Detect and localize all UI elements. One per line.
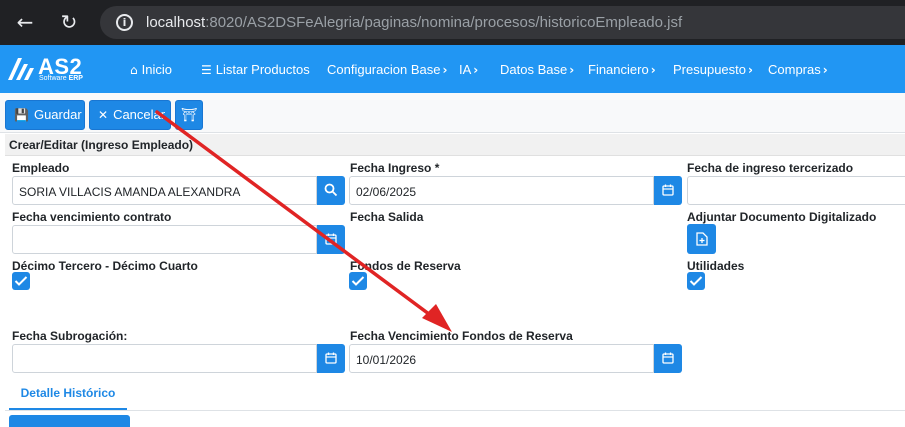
menu-label-listar-productos: Listar Productos	[215, 62, 310, 77]
menu-label-compras: Compras	[768, 62, 821, 77]
menu-item-listar-productos[interactable]: ☰ Listar Productos	[201, 62, 310, 77]
empleado-label: Empleado	[12, 161, 70, 175]
tab-detalle-historico[interactable]: Detalle Histórico	[9, 379, 127, 411]
fondos-checkbox[interactable]	[349, 272, 367, 290]
browser-toolbar: ← ↻ i localhost:8020/AS2DSFeAlegria/pagi…	[0, 0, 905, 45]
fecha-salida-label: Fecha Salida	[350, 210, 424, 224]
fecha-vencimiento-input[interactable]	[12, 225, 317, 254]
decimo-label: Décimo Tercero - Décimo Cuarto	[12, 259, 198, 273]
menu-label-configuracion-base: Configuracion Base	[327, 62, 441, 77]
menu-item-financiero[interactable]: Financiero ›	[588, 62, 656, 77]
chevron-right-icon: ›	[442, 63, 448, 77]
address-bar[interactable]: i localhost:8020/AS2DSFeAlegria/paginas/…	[100, 6, 905, 39]
empleado-input[interactable]: SORIA VILLACIS AMANDA ALEXANDRA	[12, 176, 317, 205]
calendar-icon[interactable]	[317, 225, 345, 254]
list-icon: ☰	[201, 63, 212, 77]
fecha-tercerizado-label: Fecha de ingreso tercerizado	[687, 161, 854, 175]
calendar-icon[interactable]	[654, 176, 682, 205]
menu-item-ia[interactable]: IA ›	[459, 62, 478, 77]
form-title: Crear/Editar (Ingreso Empleado)	[5, 134, 905, 156]
checkmark-icon	[14, 276, 28, 286]
logo-subtitle: Software ERP	[39, 75, 83, 82]
bank-icon: ⛩	[180, 108, 198, 123]
fecha-venc-fondos-input[interactable]: 10/01/2026	[349, 344, 654, 373]
menu-item-configuracion-base[interactable]: Configuracion Base ›	[327, 62, 447, 77]
menu-item-presupuesto[interactable]: Presupuesto ›	[673, 62, 753, 77]
fondos-label: Fondos de Reserva	[350, 259, 461, 273]
guardar-label: Guardar	[33, 107, 82, 122]
checkmark-icon	[689, 276, 703, 286]
home-icon: ⌂	[130, 63, 138, 77]
tab-divider	[5, 410, 905, 411]
save-icon: 💾	[14, 108, 29, 122]
url-path: :8020/AS2DSFeAlegria/paginas/nomina/proc…	[205, 14, 683, 31]
menu-item-compras[interactable]: Compras ›	[768, 62, 828, 77]
calendar-icon[interactable]	[654, 344, 682, 373]
menu-label-inicio: Inicio	[141, 62, 172, 77]
logo-sub-prefix: Software	[39, 75, 69, 82]
partial-button[interactable]	[9, 415, 130, 427]
file-upload-icon[interactable]	[687, 224, 716, 254]
cancelar-label: Cancelar	[113, 107, 166, 122]
fecha-venc-fondos-label: Fecha Vencimiento Fondos de Reserva	[350, 329, 573, 343]
chevron-right-icon: ›	[650, 63, 656, 77]
close-icon: ✕	[98, 108, 109, 122]
chevron-right-icon: ›	[569, 63, 575, 77]
fecha-subrogacion-label: Fecha Subrogación:	[12, 329, 128, 343]
as2-logo[interactable]: AS2 Software ERP	[6, 54, 96, 86]
info-icon[interactable]: i	[116, 14, 133, 31]
menu-label-ia: IA	[459, 62, 472, 77]
reload-icon[interactable]: ↻	[58, 11, 80, 33]
menu-label-presupuesto: Presupuesto	[673, 62, 746, 77]
menu-label-datos-base: Datos Base	[500, 62, 568, 77]
adjuntar-label: Adjuntar Documento Digitalizado	[687, 210, 877, 224]
fecha-subrogacion-input[interactable]	[12, 344, 317, 373]
chevron-right-icon: ›	[822, 63, 828, 77]
fecha-ingreso-input[interactable]: 02/06/2025	[349, 176, 654, 205]
annotation-arrow-head	[422, 304, 452, 332]
chevron-right-icon: ›	[473, 63, 479, 77]
checkmark-icon	[351, 276, 365, 286]
menu-item-inicio[interactable]: ⌂ Inicio	[130, 62, 172, 77]
utilidades-checkbox[interactable]	[687, 272, 705, 290]
bank-button[interactable]: ⛩	[175, 100, 203, 130]
fecha-ingreso-label: Fecha Ingreso *	[350, 161, 440, 175]
fecha-vencimiento-label: Fecha vencimiento contrato	[12, 210, 172, 224]
menu-item-datos-base[interactable]: Datos Base ›	[500, 62, 574, 77]
chevron-right-icon: ›	[748, 63, 753, 77]
search-icon[interactable]	[317, 176, 345, 205]
url-host: localhost	[146, 14, 206, 31]
logo-mark-icon	[8, 58, 34, 80]
menu-label-financiero: Financiero	[588, 62, 649, 77]
url-text[interactable]: localhost:8020/AS2DSFeAlegria/paginas/no…	[146, 14, 682, 31]
form-toolbar: 💾 Guardar ✕ Cancelar ⛩	[0, 93, 905, 133]
arrow-left-icon[interactable]: ←	[14, 11, 36, 33]
decimo-checkbox[interactable]	[12, 272, 30, 290]
app-navbar: AS2 Software ERP ⌂ Inicio ☰ Listar Product…	[0, 45, 905, 93]
logo-sub-bold: ERP	[68, 75, 83, 82]
guardar-button[interactable]: 💾 Guardar	[5, 100, 85, 130]
cancelar-button[interactable]: ✕ Cancelar	[89, 100, 171, 130]
utilidades-label: Utilidades	[687, 259, 745, 273]
fecha-tercerizado-input[interactable]	[687, 176, 905, 205]
calendar-icon[interactable]	[317, 344, 345, 373]
